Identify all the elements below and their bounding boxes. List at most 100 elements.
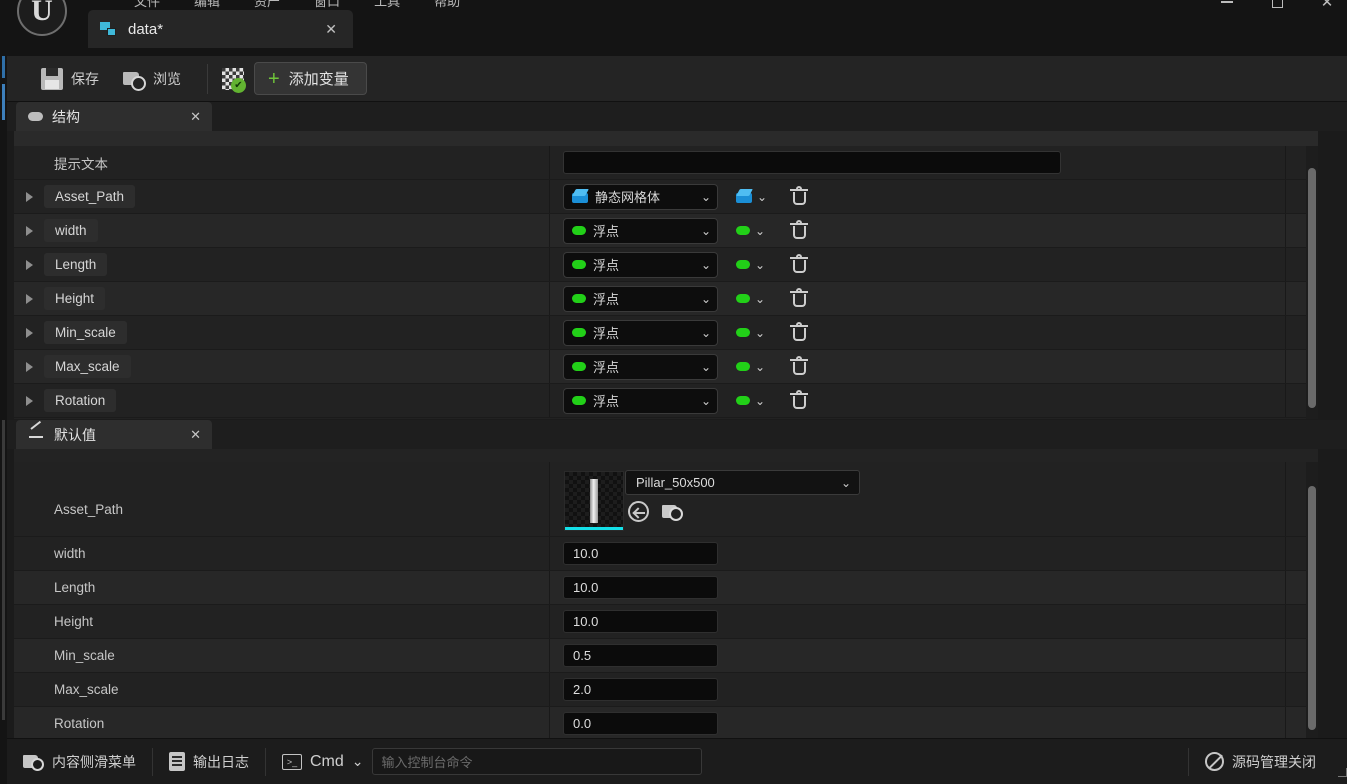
variable-name-label[interactable]: Length bbox=[44, 253, 108, 276]
menu-edit[interactable]: 编辑 bbox=[194, 0, 220, 9]
close-icon[interactable]: ✕ bbox=[1313, 0, 1341, 12]
variable-type-dropdown[interactable]: 浮点 ⌄ bbox=[563, 251, 718, 278]
asset-thumbnail[interactable] bbox=[564, 471, 624, 531]
variable-name-label[interactable]: Height bbox=[44, 287, 106, 310]
structure-variable-row[interactable]: width 浮点 ⌄ ⌄ bbox=[14, 214, 1318, 248]
variable-type-dropdown[interactable]: 静态网格体 ⌄ bbox=[563, 183, 718, 210]
column-divider bbox=[1285, 282, 1286, 315]
tab-structure[interactable]: 结构 ✕ bbox=[16, 102, 212, 131]
delete-variable-icon[interactable] bbox=[790, 253, 808, 275]
column-divider bbox=[549, 384, 550, 417]
document-tab-close-icon[interactable]: ✕ bbox=[321, 21, 341, 38]
compile-status-icon[interactable] bbox=[222, 67, 246, 93]
variable-type-dropdown[interactable]: 浮点 ⌄ bbox=[563, 387, 718, 414]
row-expander[interactable] bbox=[14, 293, 44, 304]
container-type-dropdown[interactable]: ⌄ bbox=[736, 360, 765, 374]
content-drawer-label: 内容侧滑菜单 bbox=[52, 753, 136, 770]
document-tab-data[interactable]: data* ✕ bbox=[88, 10, 353, 48]
source-control-label: 源码管理关闭 bbox=[1232, 753, 1316, 770]
defaults-vertical-scrollbar[interactable] bbox=[1306, 462, 1318, 738]
output-log-label: 输出日志 bbox=[193, 753, 249, 770]
structure-variable-row[interactable]: Rotation 浮点 ⌄ ⌄ bbox=[14, 384, 1318, 418]
column-divider bbox=[1285, 605, 1286, 638]
variable-name-label[interactable]: Asset_Path bbox=[44, 185, 136, 208]
structure-variable-row[interactable]: Min_scale 浮点 ⌄ ⌄ bbox=[14, 316, 1318, 350]
delete-variable-icon[interactable] bbox=[790, 287, 808, 309]
column-divider bbox=[1285, 462, 1286, 536]
row-expander[interactable] bbox=[14, 361, 44, 372]
variable-type-label: 浮点 bbox=[593, 224, 620, 239]
default-value-input[interactable]: 0.0 bbox=[563, 712, 718, 735]
status-bar-right: 源码管理关闭 bbox=[1188, 739, 1347, 784]
container-type-dropdown[interactable]: ⌄ bbox=[736, 326, 765, 340]
container-type-dropdown[interactable]: ⌄ bbox=[736, 189, 767, 204]
variable-type-dropdown[interactable]: 浮点 ⌄ bbox=[563, 319, 718, 346]
defaults-panel-close-icon[interactable]: ✕ bbox=[190, 427, 201, 443]
variable-name-label[interactable]: Min_scale bbox=[44, 321, 127, 344]
menu-file[interactable]: 文件 bbox=[134, 0, 160, 9]
menu-tools[interactable]: 工具 bbox=[374, 0, 400, 9]
structure-variable-row[interactable]: Asset_Path 静态网格体 ⌄ ⌄ bbox=[14, 180, 1318, 214]
row-expander[interactable] bbox=[14, 395, 44, 406]
minimize-icon[interactable] bbox=[1213, 0, 1241, 12]
chevron-down-icon: ⌄ bbox=[700, 291, 711, 306]
delete-variable-icon[interactable] bbox=[790, 355, 808, 377]
column-divider bbox=[1285, 707, 1286, 738]
container-type-dropdown[interactable]: ⌄ bbox=[736, 224, 765, 238]
menu-help[interactable]: 帮助 bbox=[434, 0, 460, 9]
browse-button[interactable]: 浏览 bbox=[111, 63, 193, 95]
default-value-input[interactable]: 2.0 bbox=[563, 678, 718, 701]
delete-variable-icon[interactable] bbox=[790, 219, 808, 241]
row-expander[interactable] bbox=[14, 225, 44, 236]
console-command-input[interactable]: 输入控制台命令 bbox=[371, 748, 702, 775]
container-type-dropdown[interactable]: ⌄ bbox=[736, 258, 765, 272]
scrollbar-thumb[interactable] bbox=[1308, 168, 1316, 408]
cmd-mode-button[interactable]: >_ Cmd ⌄ bbox=[266, 739, 368, 784]
structure-panel-tabbar: 结构 ✕ bbox=[7, 102, 1347, 131]
variable-name-label[interactable]: Rotation bbox=[44, 389, 117, 412]
delete-variable-icon[interactable] bbox=[790, 185, 808, 207]
source-control-button[interactable]: 源码管理关闭 bbox=[1189, 739, 1332, 784]
content-drawer-button[interactable]: 内容侧滑菜单 bbox=[7, 739, 152, 784]
structure-variable-row[interactable]: Max_scale 浮点 ⌄ ⌄ bbox=[14, 350, 1318, 384]
column-divider bbox=[549, 537, 550, 570]
row-expander[interactable] bbox=[14, 259, 44, 270]
structure-panel-close-icon[interactable]: ✕ bbox=[190, 109, 201, 125]
save-button[interactable]: 保存 bbox=[29, 63, 111, 95]
structure-variable-row[interactable]: Length 浮点 ⌄ ⌄ bbox=[14, 248, 1318, 282]
container-type-dropdown[interactable]: ⌄ bbox=[736, 394, 765, 408]
column-divider bbox=[549, 316, 550, 349]
resize-grip-icon[interactable] bbox=[1338, 767, 1347, 777]
window-controls: ✕ bbox=[1213, 0, 1341, 12]
container-type-dropdown[interactable]: ⌄ bbox=[736, 292, 765, 306]
maximize-icon[interactable] bbox=[1263, 0, 1291, 12]
row-expander[interactable] bbox=[14, 191, 44, 202]
browse-to-asset-icon[interactable] bbox=[662, 502, 683, 521]
variable-type-dropdown[interactable]: 浮点 ⌄ bbox=[563, 353, 718, 380]
delete-variable-icon[interactable] bbox=[790, 321, 808, 343]
structure-variable-row[interactable]: Height 浮点 ⌄ ⌄ bbox=[14, 282, 1318, 316]
delete-variable-icon[interactable] bbox=[790, 389, 808, 411]
asset-select-dropdown[interactable]: Pillar_50x500 ⌄ bbox=[625, 470, 860, 495]
default-value-input[interactable]: 10.0 bbox=[563, 610, 718, 633]
menu-window[interactable]: 窗口 bbox=[314, 0, 340, 9]
variable-name-label[interactable]: Max_scale bbox=[44, 355, 131, 378]
variable-type-dropdown[interactable]: 浮点 ⌄ bbox=[563, 285, 718, 312]
variable-name-label[interactable]: width bbox=[44, 219, 98, 242]
default-value-input[interactable]: 10.0 bbox=[563, 542, 718, 565]
structure-vertical-scrollbar[interactable] bbox=[1306, 146, 1318, 419]
tab-default-values[interactable]: 默认值 ✕ bbox=[16, 420, 212, 449]
unreal-logo-icon[interactable]: U bbox=[17, 0, 67, 36]
variable-type-label: 静态网格体 bbox=[595, 190, 661, 205]
tooltip-text-input[interactable] bbox=[563, 151, 1061, 174]
default-value-input[interactable]: 10.0 bbox=[563, 576, 718, 599]
scrollbar-thumb[interactable] bbox=[1308, 486, 1316, 730]
output-log-button[interactable]: 输出日志 bbox=[153, 739, 265, 784]
add-variable-button[interactable]: + 添加变量 bbox=[254, 62, 367, 95]
title-bar: U 文件 编辑 资产 窗口 工具 帮助 ✕ data* ✕ bbox=[0, 0, 1347, 56]
menu-asset[interactable]: 资产 bbox=[254, 0, 280, 9]
variable-type-dropdown[interactable]: 浮点 ⌄ bbox=[563, 217, 718, 244]
row-expander[interactable] bbox=[14, 327, 44, 338]
use-selected-asset-icon[interactable] bbox=[628, 501, 649, 522]
default-value-input[interactable]: 0.5 bbox=[563, 644, 718, 667]
